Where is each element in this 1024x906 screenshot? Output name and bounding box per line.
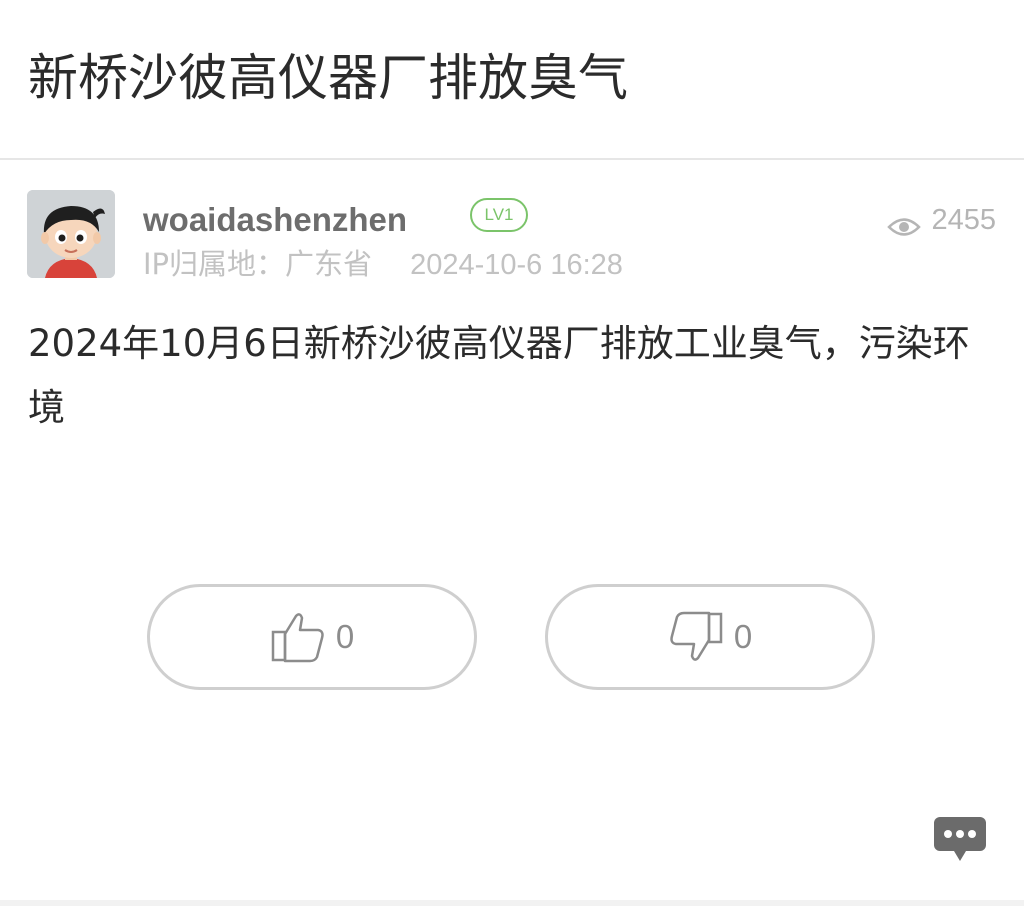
page-title: 新桥沙彼高仪器厂排放臭气 xyxy=(28,49,628,107)
view-count-value: 2455 xyxy=(931,204,996,236)
thumbs-down-icon xyxy=(668,610,724,664)
post-time: 2024-10-6 16:28 xyxy=(410,249,623,281)
dislike-button[interactable]: 0 xyxy=(545,584,875,690)
bottom-divider xyxy=(0,900,1024,906)
cartoon-boy-avatar-icon xyxy=(27,190,115,278)
ip-label: IP归属地： xyxy=(143,247,286,281)
post-meta: IP归属地：广东省 2024-10-6 16:28 xyxy=(143,246,623,283)
comment-bubble-icon xyxy=(934,817,986,861)
ip-location: 广东省 xyxy=(285,247,373,281)
level-badge: LV1 xyxy=(470,198,528,232)
post-body: 2024年10月6日新桥沙彼高仪器厂排放工业臭气，污染环境 xyxy=(28,322,970,429)
author-row: woaidashenzhen LV1 2455 IP归属地：广东省 2024-10… xyxy=(0,160,1024,290)
title-bar: 新桥沙彼高仪器厂排放臭气 xyxy=(0,0,1024,160)
comment-button[interactable] xyxy=(932,815,988,865)
eye-icon xyxy=(887,209,922,236)
avatar[interactable] xyxy=(27,190,115,278)
like-count: 0 xyxy=(335,618,355,655)
like-button[interactable]: 0 xyxy=(147,584,477,690)
view-count: 2455 xyxy=(887,200,996,240)
thumbs-up-icon xyxy=(270,610,326,664)
post-page: 新桥沙彼高仪器厂排放臭气 woaidashenzhen LV1 2455 IP归… xyxy=(0,0,1024,906)
author-name[interactable]: woaidashenzhen xyxy=(143,200,407,240)
dislike-count: 0 xyxy=(733,618,753,655)
